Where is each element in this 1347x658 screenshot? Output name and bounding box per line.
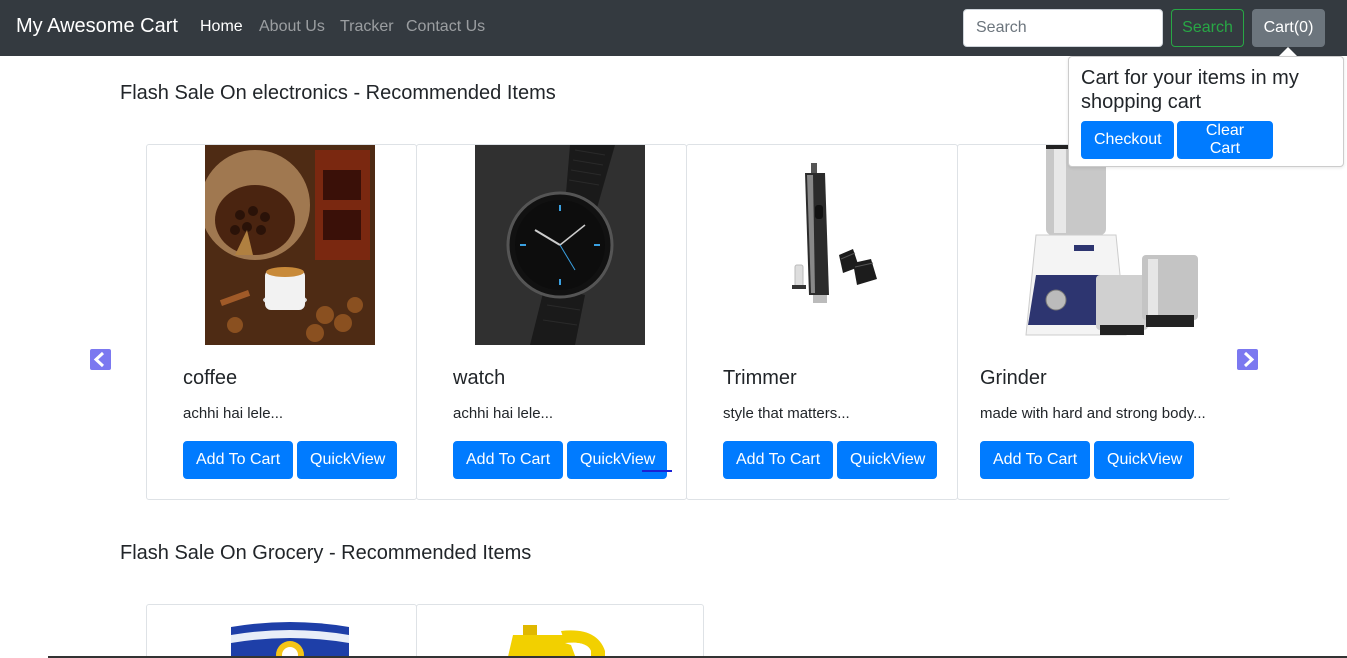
nav-tracker[interactable]: Tracker bbox=[340, 18, 394, 36]
product-title: coffee bbox=[183, 367, 238, 389]
add-to-cart-button[interactable]: Add To Cart bbox=[183, 441, 293, 479]
section-title-grocery: Flash Sale On Grocery - Recommended Item… bbox=[120, 542, 532, 564]
section-title-electronics: Flash Sale On electronics - Recommended … bbox=[120, 82, 556, 104]
quickview-button[interactable]: QuickView bbox=[837, 441, 937, 479]
nav-home[interactable]: Home bbox=[200, 18, 243, 36]
product-image-watch bbox=[475, 145, 645, 345]
product-card-grocery-1 bbox=[146, 604, 417, 658]
carousel-prev-button[interactable] bbox=[90, 349, 111, 370]
nav-contact-us[interactable]: Contact Us bbox=[406, 18, 485, 36]
product-image-grocery-2 bbox=[501, 621, 621, 658]
product-image-grocery-1 bbox=[231, 621, 349, 658]
product-description: made with hard and strong body... bbox=[980, 405, 1206, 422]
product-card-grocery-2 bbox=[416, 604, 704, 658]
product-card-watch: watch achhi hai lele... Add To Cart Quic… bbox=[416, 144, 687, 500]
product-card-trimmer: Trimmer style that matters... Add To Car… bbox=[686, 144, 958, 500]
cart-button[interactable]: Cart(0) bbox=[1252, 9, 1325, 47]
carousel-next-button[interactable] bbox=[1237, 349, 1258, 370]
quickview-button[interactable]: QuickView bbox=[1094, 441, 1194, 479]
search-input[interactable] bbox=[963, 9, 1163, 47]
chevron-left-icon bbox=[93, 351, 105, 368]
product-card-coffee: coffee achhi hai lele... Add To Cart Qui… bbox=[146, 144, 417, 500]
popover-caret bbox=[1279, 47, 1297, 56]
product-title: watch bbox=[453, 367, 506, 389]
chevron-right-icon bbox=[1243, 351, 1255, 368]
clear-cart-button[interactable]: Clear Cart bbox=[1177, 121, 1273, 159]
popover-title: Cart for your items in my shopping cart bbox=[1081, 67, 1299, 113]
product-description: style that matters... bbox=[723, 405, 850, 422]
add-to-cart-button[interactable]: Add To Cart bbox=[980, 441, 1090, 479]
product-image-coffee bbox=[205, 145, 375, 345]
product-image-grinder bbox=[1016, 145, 1206, 345]
brand-logo[interactable]: My Awesome Cart bbox=[16, 15, 178, 38]
quickview-button[interactable]: QuickView bbox=[567, 441, 667, 479]
product-card-grinder: Grinder made with hard and strong body..… bbox=[957, 144, 1230, 500]
product-description: achhi hai lele... bbox=[453, 405, 554, 422]
nav-about-us[interactable]: About Us bbox=[259, 18, 325, 36]
navbar: My Awesome Cart Home About Us Tracker Co… bbox=[0, 0, 1347, 56]
checkout-button[interactable]: Checkout bbox=[1081, 121, 1174, 159]
quickview-button[interactable]: QuickView bbox=[297, 441, 397, 479]
product-title: Grinder bbox=[980, 367, 1047, 389]
add-to-cart-button[interactable]: Add To Cart bbox=[453, 441, 563, 479]
product-title: Trimmer bbox=[723, 367, 797, 389]
search-button[interactable]: Search bbox=[1171, 9, 1244, 47]
cart-popover: Cart for your items in my shopping cart … bbox=[1068, 56, 1344, 167]
product-image-trimmer bbox=[767, 145, 907, 345]
cursor-underline bbox=[642, 470, 672, 472]
add-to-cart-button[interactable]: Add To Cart bbox=[723, 441, 833, 479]
product-description: achhi hai lele... bbox=[183, 405, 284, 422]
